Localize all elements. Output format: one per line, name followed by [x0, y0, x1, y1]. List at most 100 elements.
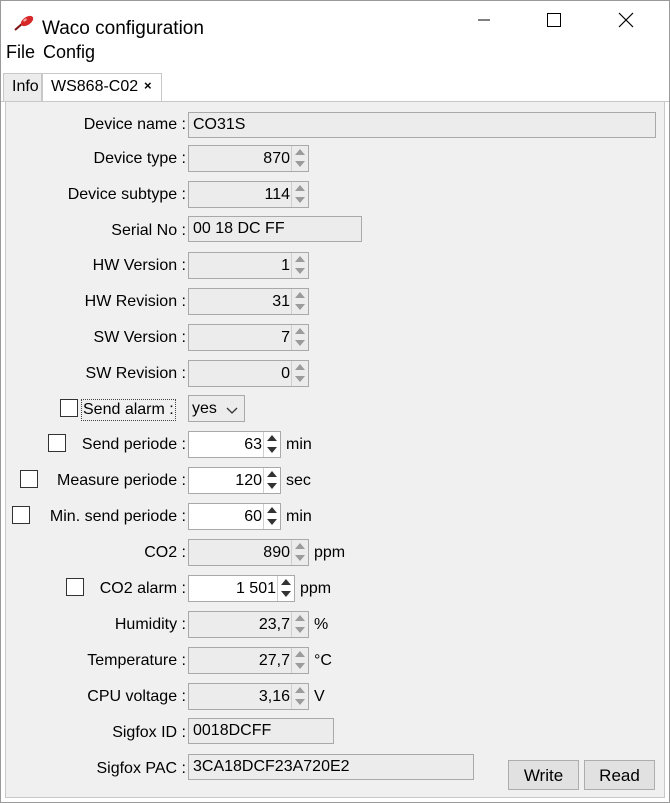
- spinner-arrows-icon[interactable]: [263, 432, 280, 457]
- temperature-value: 27,7: [258, 652, 290, 669]
- co2-alarm-unit: ppm: [300, 580, 332, 597]
- measure-periode-spinner[interactable]: 120: [188, 467, 281, 494]
- serial-no-field: 00 18 DC FF: [188, 216, 362, 242]
- tab-info-label: Info: [12, 78, 39, 95]
- tab-device-label: WS868-C02: [51, 78, 139, 95]
- sigfox-pac-label: Sigfox PAC :: [96, 760, 186, 777]
- device-type-spinner: 870: [188, 145, 309, 172]
- min-send-periode-spinner[interactable]: 60: [188, 503, 281, 530]
- hw-version-spinner: 1: [188, 252, 309, 279]
- app-pin-icon: [13, 15, 35, 31]
- cpu-voltage-spinner: 3,16: [188, 683, 309, 710]
- hw-revision-spinner: 31: [188, 288, 309, 315]
- temperature-label: Temperature :: [87, 652, 186, 669]
- close-icon: [618, 12, 634, 28]
- device-type-label: Device type :: [93, 150, 186, 167]
- co2-alarm-label: CO2 alarm :: [99, 580, 186, 597]
- spinner-arrows-icon[interactable]: [263, 504, 280, 529]
- menu-file[interactable]: File: [6, 42, 35, 63]
- serial-no-label: Serial No :: [111, 222, 186, 239]
- cpu-voltage-value: 3,16: [258, 688, 290, 705]
- spinner-arrows-icon[interactable]: [277, 576, 294, 601]
- sigfox-id-field: 0018DCFF: [188, 718, 334, 744]
- spinner-arrows-icon: [291, 182, 308, 207]
- spinner-arrows-icon[interactable]: [263, 468, 280, 493]
- send-periode-label: Send periode :: [81, 436, 186, 453]
- hw-revision-label: HW Revision :: [84, 293, 186, 310]
- sigfox-id-value: 0018DCFF: [193, 722, 272, 739]
- spinner-arrows-icon: [291, 289, 308, 314]
- minimize-button[interactable]: [461, 1, 507, 39]
- title-bar: Waco configuration: [1, 1, 669, 39]
- send-periode-value: 63: [244, 436, 262, 453]
- sw-revision-label: SW Revision :: [85, 365, 186, 382]
- min-send-periode-value: 60: [244, 508, 262, 525]
- spinner-arrows-icon: [291, 325, 308, 350]
- close-button[interactable]: [603, 1, 649, 39]
- maximize-icon: [547, 13, 561, 27]
- device-subtype-label: Device subtype :: [67, 186, 186, 203]
- spinner-arrows-icon: [291, 540, 308, 565]
- humidity-unit: %: [314, 616, 329, 633]
- tab-strip: Info WS868-C02 ×: [1, 71, 669, 103]
- send-periode-spinner[interactable]: 63: [188, 431, 281, 458]
- device-name-label: Device name :: [83, 116, 186, 133]
- spinner-arrows-icon: [291, 361, 308, 386]
- spinner-arrows-icon: [291, 612, 308, 637]
- app-window: Waco configuration File Config Info WS86…: [0, 0, 670, 803]
- sigfox-id-label: Sigfox ID :: [112, 724, 186, 741]
- measure-periode-value: 120: [235, 472, 262, 489]
- co2-value: 890: [263, 544, 290, 561]
- temperature-spinner: 27,7: [188, 647, 309, 674]
- send-periode-unit: min: [286, 436, 312, 453]
- co2-alarm-checkbox[interactable]: [66, 578, 84, 596]
- humidity-value: 23,7: [258, 616, 290, 633]
- co2-spinner: 890: [188, 539, 309, 566]
- tab-device[interactable]: WS868-C02 ×: [42, 73, 162, 103]
- hw-version-label: HW Version :: [92, 257, 186, 274]
- hw-revision-value: 31: [272, 293, 290, 310]
- send-alarm-label: Send alarm :: [81, 399, 176, 421]
- serial-no-value: 00 18 DC FF: [193, 220, 285, 237]
- spinner-arrows-icon: [291, 684, 308, 709]
- co2-alarm-spinner[interactable]: 1 501: [188, 575, 295, 602]
- measure-periode-unit: sec: [286, 472, 311, 489]
- send-periode-checkbox[interactable]: [48, 434, 66, 452]
- sw-version-value: 7: [281, 329, 290, 346]
- sw-version-label: SW Version :: [93, 329, 186, 346]
- measure-periode-checkbox[interactable]: [20, 470, 38, 488]
- sigfox-pac-field: 3CA18DCF23A720E2: [188, 754, 474, 780]
- min-send-periode-label: Min. send periode :: [49, 508, 186, 525]
- tab-info[interactable]: Info: [3, 73, 42, 101]
- temperature-unit: °C: [314, 652, 332, 669]
- device-name-field[interactable]: CO31S: [188, 112, 656, 138]
- spinner-arrows-icon: [291, 648, 308, 673]
- hw-version-value: 1: [281, 257, 290, 274]
- cpu-voltage-label: CPU voltage :: [87, 688, 186, 705]
- menu-config[interactable]: Config: [43, 42, 95, 63]
- co2-unit: ppm: [314, 544, 346, 561]
- humidity-label: Humidity :: [114, 616, 186, 633]
- sw-revision-value: 0: [281, 365, 290, 382]
- write-button[interactable]: Write: [508, 760, 579, 790]
- spinner-arrows-icon: [291, 253, 308, 278]
- spinner-arrows-icon: [291, 146, 308, 171]
- min-send-periode-checkbox[interactable]: [12, 506, 30, 524]
- read-button[interactable]: Read: [584, 760, 655, 790]
- device-name-value: CO31S: [193, 116, 246, 133]
- co2-alarm-value: 1 501: [235, 580, 276, 597]
- send-alarm-checkbox[interactable]: [60, 399, 78, 417]
- sw-revision-spinner: 0: [188, 360, 309, 387]
- tab-close-icon[interactable]: ×: [144, 78, 152, 93]
- maximize-button[interactable]: [531, 1, 577, 39]
- window-title: Waco configuration: [42, 18, 204, 39]
- min-send-periode-unit: min: [286, 508, 312, 525]
- sigfox-pac-value: 3CA18DCF23A720E2: [193, 758, 350, 775]
- chevron-down-icon: [226, 402, 238, 420]
- send-alarm-value: yes: [192, 400, 217, 417]
- minimize-icon: [478, 19, 490, 21]
- send-alarm-select[interactable]: yes: [188, 395, 245, 422]
- config-panel: Device name : CO31S Device type : 870 De…: [5, 101, 665, 798]
- humidity-spinner: 23,7: [188, 611, 309, 638]
- cpu-voltage-unit: V: [314, 688, 325, 705]
